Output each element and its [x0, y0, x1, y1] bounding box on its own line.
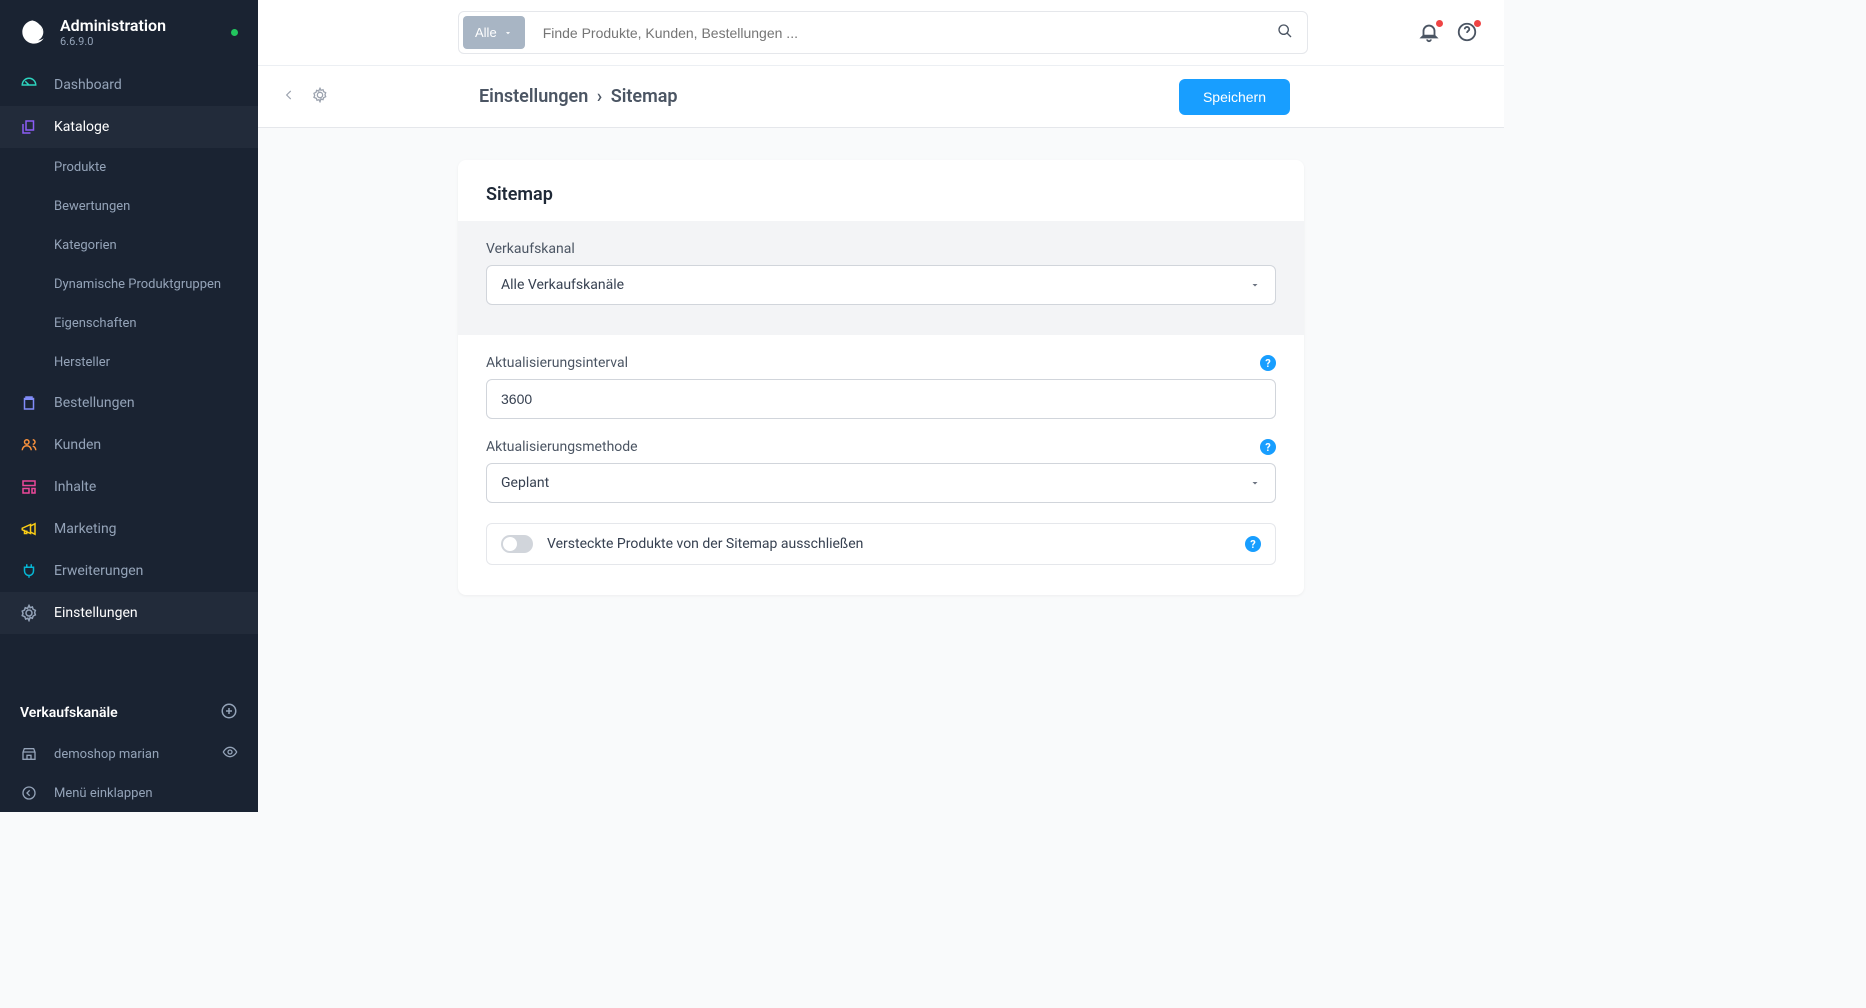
nav-sub-products[interactable]: Produkte: [0, 148, 258, 187]
nav-label: Einstellungen: [54, 605, 138, 621]
chevron-left-icon: [20, 784, 38, 802]
nav-sub-manufacturers[interactable]: Hersteller: [0, 343, 258, 382]
page-settings-button[interactable]: [312, 87, 328, 107]
method-select[interactable]: Geplant: [486, 463, 1276, 503]
search-input[interactable]: [529, 15, 1263, 51]
exclude-toggle[interactable]: [501, 535, 533, 553]
search-submit-button[interactable]: [1263, 13, 1307, 53]
main-nav: Dashboard Kataloge Produkte Bewertungen …: [0, 64, 258, 682]
app-title: Administration: [60, 16, 219, 35]
nav-catalogs[interactable]: Kataloge: [0, 106, 258, 148]
app-logo: [20, 18, 48, 46]
nav-sub-properties[interactable]: Eigenschaften: [0, 304, 258, 343]
help-badge: [1474, 20, 1481, 27]
nav-orders[interactable]: Bestellungen: [0, 382, 258, 424]
add-channel-button[interactable]: [220, 702, 238, 724]
view-channel-button[interactable]: [222, 744, 238, 764]
main-area: Alle: [258, 0, 1504, 812]
exclude-section: Versteckte Produkte von der Sitemap auss…: [458, 523, 1304, 595]
chevron-left-icon: [282, 88, 296, 102]
method-section: Aktualisierungsmethode ? Geplant: [458, 439, 1304, 523]
search-type-label: Alle: [475, 25, 497, 40]
channel-label: Verkaufskanal: [486, 241, 575, 257]
channel-section: Verkaufskanal Alle Verkaufskanäle: [458, 221, 1304, 335]
nav-sub-reviews[interactable]: Bewertungen: [0, 187, 258, 226]
collapse-label: Menü einklappen: [54, 786, 153, 801]
nav-label: Erweiterungen: [54, 563, 143, 579]
nav-settings[interactable]: Einstellungen: [0, 592, 258, 634]
notifications-button[interactable]: [1418, 21, 1442, 45]
method-select-value: Geplant: [501, 475, 549, 491]
sitemap-card: Sitemap Verkaufskanal Alle Verkaufskanäl…: [458, 160, 1304, 595]
copy-icon: [20, 118, 38, 136]
gear-icon: [312, 87, 328, 103]
nav-sub-categories[interactable]: Kategorien: [0, 226, 258, 265]
clipboard-icon: [20, 394, 38, 412]
megaphone-icon: [20, 520, 38, 538]
interval-input[interactable]: [486, 379, 1276, 419]
exclude-help-button[interactable]: ?: [1245, 536, 1261, 552]
method-help-button[interactable]: ?: [1260, 439, 1276, 455]
exclude-label: Versteckte Produkte von der Sitemap auss…: [547, 536, 1231, 552]
channels-section-header: Verkaufskanäle: [0, 682, 258, 734]
page-header: Einstellungen › Sitemap Speichern: [258, 66, 1504, 128]
nav-label: Marketing: [54, 521, 117, 537]
status-indicator: [231, 29, 238, 36]
plug-icon: [20, 562, 38, 580]
save-button[interactable]: Speichern: [1179, 79, 1290, 115]
nav-label: Inhalte: [54, 479, 96, 495]
back-button[interactable]: [282, 87, 296, 106]
topbar-actions: [1418, 21, 1480, 45]
collapse-menu-button[interactable]: Menü einklappen: [0, 774, 258, 812]
search-icon: [1277, 23, 1293, 39]
nav-extensions[interactable]: Erweiterungen: [0, 550, 258, 592]
interval-help-button[interactable]: ?: [1260, 355, 1276, 371]
channel-select-value: Alle Verkaufskanäle: [501, 277, 624, 293]
users-icon: [20, 436, 38, 454]
topbar: Alle: [258, 0, 1504, 66]
content-area: Sitemap Verkaufskanal Alle Verkaufskanäl…: [258, 128, 1504, 812]
interval-section: Aktualisierungsinterval ?: [458, 335, 1304, 439]
channel-select[interactable]: Alle Verkaufskanäle: [486, 265, 1276, 305]
notification-badge: [1436, 20, 1443, 27]
breadcrumb-parent[interactable]: Einstellungen: [479, 86, 588, 107]
card-title: Sitemap: [458, 160, 1304, 221]
chevron-down-icon: [1249, 477, 1261, 489]
nav-label: Dashboard: [54, 77, 122, 93]
breadcrumb-current: Sitemap: [611, 86, 678, 107]
channels-title: Verkaufskanäle: [20, 705, 118, 721]
chevron-down-icon: [1249, 279, 1261, 291]
channel-item[interactable]: demoshop marian: [0, 734, 258, 774]
breadcrumb-separator: ›: [597, 86, 602, 107]
gear-icon: [20, 604, 38, 622]
gauge-icon: [20, 76, 38, 94]
nav-content[interactable]: Inhalte: [0, 466, 258, 508]
breadcrumb: Einstellungen › Sitemap: [479, 86, 678, 107]
nav-customers[interactable]: Kunden: [0, 424, 258, 466]
nav-dashboard[interactable]: Dashboard: [0, 64, 258, 106]
sidebar-header: Administration 6.6.9.0: [0, 0, 258, 64]
nav-label: Kunden: [54, 437, 101, 453]
method-label: Aktualisierungsmethode: [486, 439, 638, 455]
sidebar: Administration 6.6.9.0 Dashboard Katalog…: [0, 0, 258, 812]
nav-label: Kataloge: [54, 119, 109, 135]
layout-icon: [20, 478, 38, 496]
interval-label: Aktualisierungsinterval: [486, 355, 628, 371]
chevron-down-icon: [503, 28, 513, 38]
global-search: Alle: [458, 11, 1308, 54]
search-type-selector[interactable]: Alle: [463, 16, 525, 49]
help-button[interactable]: [1456, 21, 1480, 45]
exclude-toggle-row: Versteckte Produkte von der Sitemap auss…: [486, 523, 1276, 565]
storefront-icon: [20, 745, 38, 763]
app-version: 6.6.9.0: [60, 35, 219, 48]
channel-label: demoshop marian: [54, 747, 159, 762]
nav-label: Bestellungen: [54, 395, 135, 411]
nav-marketing[interactable]: Marketing: [0, 508, 258, 550]
nav-sub-dyn-groups[interactable]: Dynamische Produktgruppen: [0, 265, 258, 304]
